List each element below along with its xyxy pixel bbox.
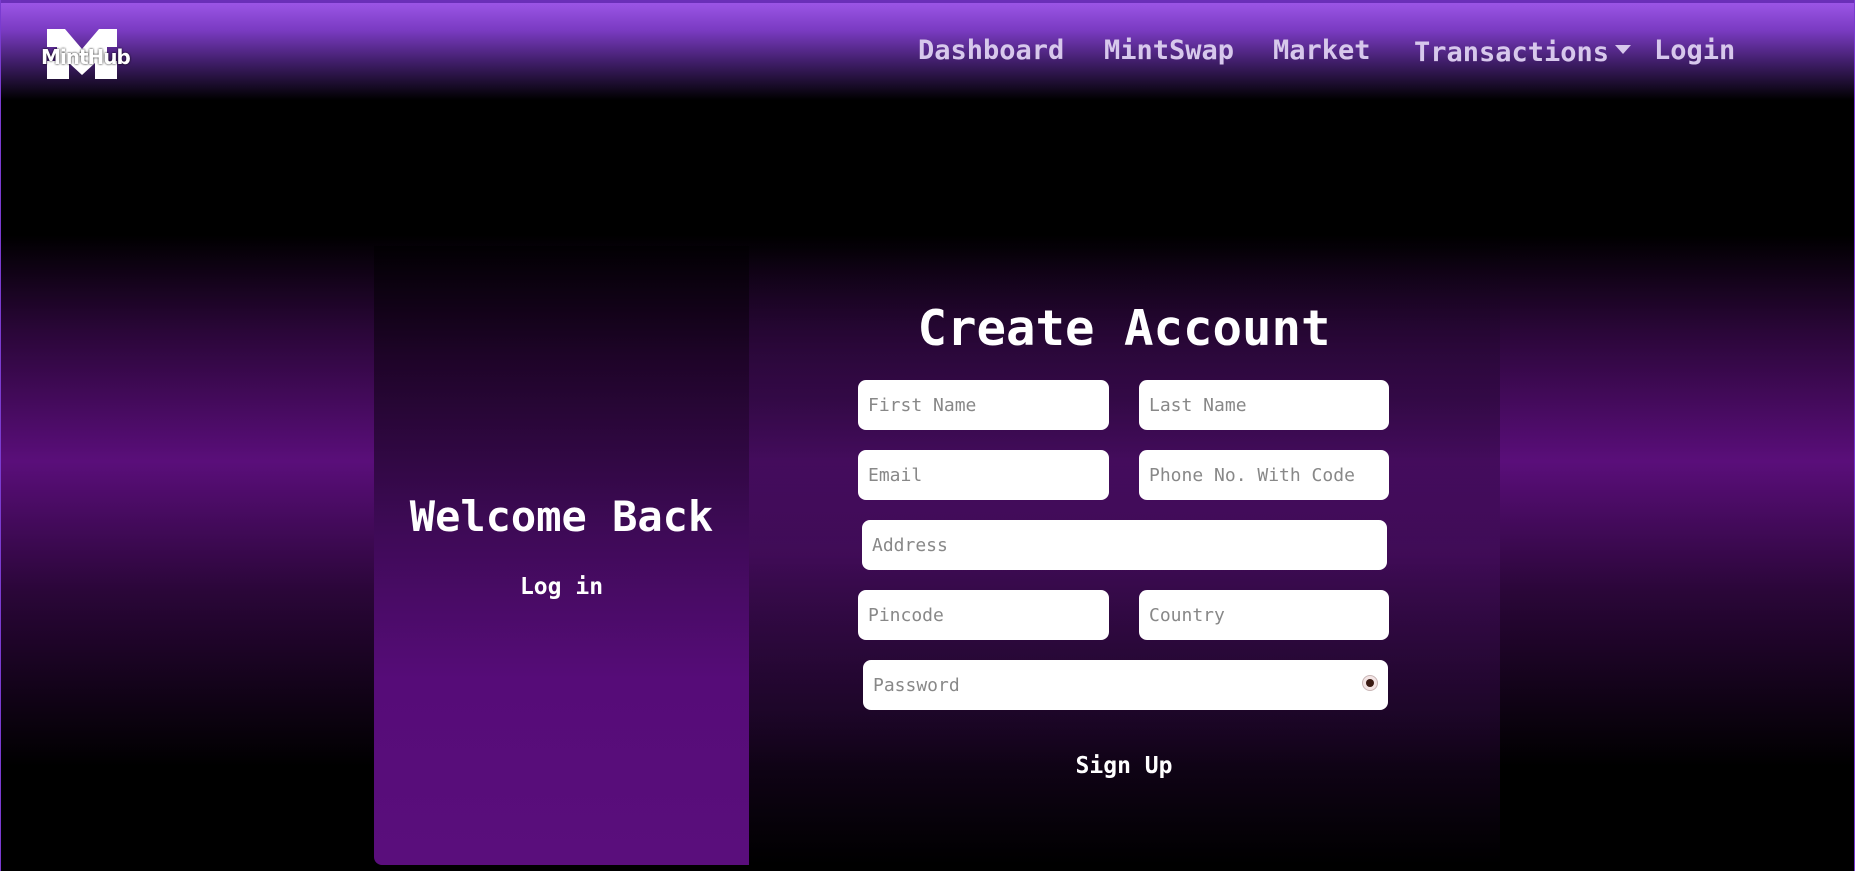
address-field[interactable] bbox=[862, 520, 1387, 570]
sign-up-button[interactable]: Sign Up bbox=[1037, 746, 1211, 786]
switch-to-login-button[interactable]: Log in bbox=[374, 574, 749, 600]
nav-dashboard[interactable]: Dashboard bbox=[918, 35, 1064, 66]
top-navbar: MintHub Dashboard MintSwap Market Transa… bbox=[1, 0, 1854, 100]
password-field[interactable] bbox=[863, 660, 1388, 710]
pincode-field[interactable] bbox=[858, 590, 1109, 640]
nav-transactions-dropdown[interactable]: Transactions bbox=[1414, 37, 1632, 68]
minthub-logo[interactable]: MintHub bbox=[37, 25, 131, 83]
country-field[interactable] bbox=[1139, 590, 1389, 640]
welcome-heading: Welcome Back bbox=[409, 492, 714, 541]
form-title: Create Account bbox=[917, 300, 1331, 357]
email-field[interactable] bbox=[858, 450, 1109, 500]
nav-login[interactable]: Login bbox=[1654, 35, 1735, 66]
nav-market[interactable]: Market bbox=[1273, 35, 1371, 66]
caret-down-icon bbox=[1615, 45, 1632, 54]
nav-transactions-label: Transactions bbox=[1414, 37, 1610, 68]
eye-icon[interactable] bbox=[1362, 675, 1378, 691]
phone-field[interactable] bbox=[1139, 450, 1389, 500]
nav-mintswap[interactable]: MintSwap bbox=[1104, 35, 1234, 66]
welcome-overlay-panel: Welcome Back Log in bbox=[374, 246, 749, 865]
last-name-field[interactable] bbox=[1139, 380, 1389, 430]
logo-text: MintHub bbox=[41, 45, 131, 69]
first-name-field[interactable] bbox=[858, 380, 1109, 430]
